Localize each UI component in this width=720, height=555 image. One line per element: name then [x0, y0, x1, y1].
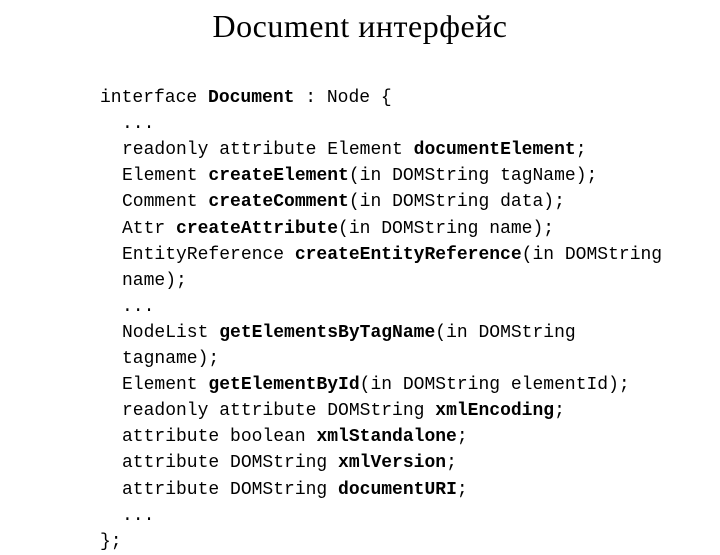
code-line: Element getElementById(in DOMString elem…	[122, 375, 630, 395]
page-title: Document интерфейс	[40, 8, 680, 45]
code-line: attribute boolean xmlStandalone;	[122, 427, 468, 447]
code-line: interface Document : Node {	[100, 88, 392, 108]
code-line: Element createElement(in DOMString tagNa…	[122, 166, 597, 186]
code-block: interface Document : Node { ... readonly…	[100, 59, 680, 555]
code-line: Comment createComment(in DOMString data)…	[122, 192, 565, 212]
code-line: readonly attribute DOMString xmlEncoding…	[122, 401, 565, 421]
code-line: NodeList getElementsByTagName(in DOMStri…	[122, 323, 576, 343]
code-line: attribute DOMString documentURI;	[122, 480, 468, 500]
code-line: };	[100, 532, 122, 552]
code-line: readonly attribute Element documentEleme…	[122, 140, 587, 160]
code-line: ...	[122, 506, 154, 526]
code-line: EntityReference createEntityReference(in…	[122, 245, 662, 265]
slide: Document интерфейс interface Document : …	[0, 0, 720, 540]
code-line: name);	[122, 271, 187, 291]
code-line: ...	[122, 297, 154, 317]
code-line: attribute DOMString xmlVersion;	[122, 453, 457, 473]
code-line: ...	[122, 114, 154, 134]
code-line: Attr createAttribute(in DOMString name);	[122, 219, 554, 239]
code-line: tagname);	[122, 349, 219, 369]
